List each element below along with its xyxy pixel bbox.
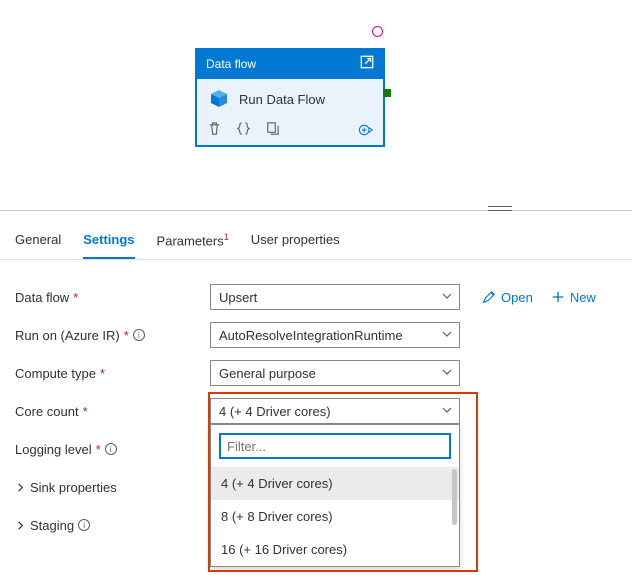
chevron-right-icon (15, 520, 26, 531)
chevron-down-icon (441, 290, 453, 305)
add-output-icon[interactable] (357, 122, 373, 138)
logging-level-label: Logging level (15, 442, 92, 457)
tab-settings[interactable]: Settings (83, 232, 134, 259)
sink-properties-accordion[interactable]: Sink properties (15, 480, 210, 495)
chevron-down-icon (441, 328, 453, 343)
panel-resize-handle[interactable] (488, 206, 512, 211)
activity-name: Run Data Flow (239, 92, 325, 107)
validation-badge: 1 (224, 232, 229, 242)
dropdown-option[interactable]: 8 (+ 8 Driver cores) (211, 500, 459, 533)
new-button[interactable]: New (551, 290, 596, 305)
pencil-icon (482, 290, 496, 304)
info-icon[interactable]: i (133, 329, 145, 341)
annotation-circle (372, 26, 383, 37)
copy-icon[interactable] (265, 121, 280, 139)
dropdown-option[interactable]: 4 (+ 4 Driver cores) (211, 467, 459, 500)
tab-user-properties[interactable]: User properties (251, 232, 340, 259)
open-button[interactable]: Open (482, 290, 533, 305)
chevron-down-icon (441, 404, 453, 419)
compute-type-select[interactable]: General purpose (210, 360, 460, 386)
info-icon[interactable]: i (78, 519, 90, 531)
chevron-right-icon (15, 482, 26, 493)
run-on-select[interactable]: AutoResolveIntegrationRuntime (210, 322, 460, 348)
data-flow-select[interactable]: Upsert (210, 284, 460, 310)
core-count-dropdown: 4 (+ 4 Driver cores) 8 (+ 8 Driver cores… (210, 424, 460, 567)
staging-accordion[interactable]: Staging i (15, 518, 210, 533)
activity-node[interactable]: Data flow Run Data Flow (195, 48, 385, 147)
tab-parameters[interactable]: Parameters1 (157, 232, 229, 259)
core-count-label: Core count (15, 404, 79, 419)
activity-type-label: Data flow (206, 57, 256, 71)
settings-tabs: General Settings Parameters1 User proper… (0, 220, 632, 260)
output-port[interactable] (383, 89, 391, 97)
open-external-icon[interactable] (360, 55, 374, 72)
tab-general[interactable]: General (15, 232, 61, 259)
chevron-down-icon (441, 366, 453, 381)
scrollbar[interactable] (452, 469, 457, 525)
data-flow-label: Data flow (15, 290, 69, 305)
settings-form: Data flow * Upsert Open New Run on (Azur… (0, 260, 632, 562)
dropdown-filter-input[interactable] (219, 433, 451, 459)
core-count-select[interactable]: 4 (+ 4 Driver cores) (210, 398, 460, 424)
activity-node-header: Data flow (196, 49, 384, 78)
info-icon[interactable]: i (105, 443, 117, 455)
dropdown-option[interactable]: 16 (+ 16 Driver cores) (211, 533, 459, 566)
braces-icon[interactable] (236, 121, 251, 139)
run-on-label: Run on (Azure IR) (15, 328, 120, 343)
pipeline-canvas: Data flow Run Data Flow (0, 0, 632, 210)
plus-icon (551, 290, 565, 304)
dataflow-icon (207, 87, 231, 111)
delete-icon[interactable] (207, 121, 222, 139)
compute-type-label: Compute type (15, 366, 96, 381)
